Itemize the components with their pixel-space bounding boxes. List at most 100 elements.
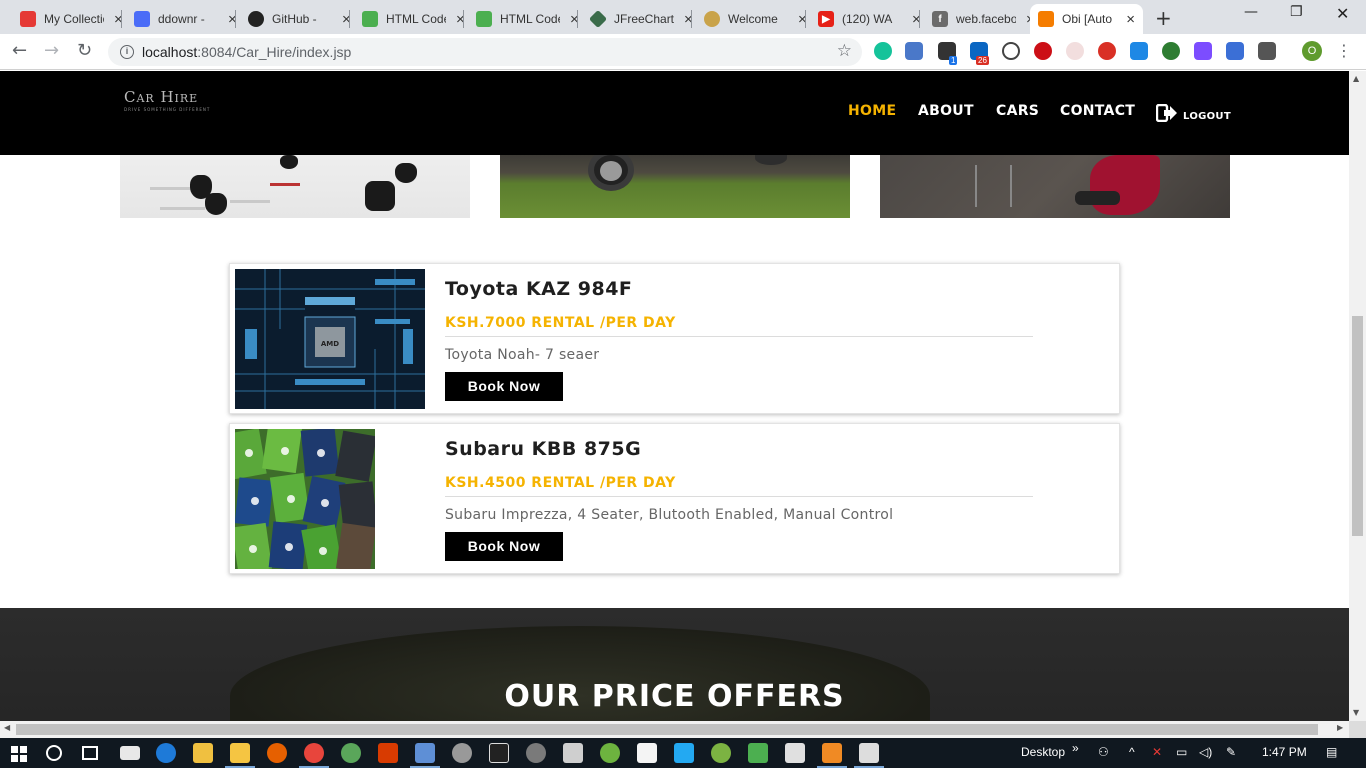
grammarly-icon[interactable]: [874, 42, 892, 60]
url-host: localhost: [142, 44, 198, 60]
store-icon[interactable]: [193, 743, 213, 763]
logout-label: LOGOUT: [1183, 110, 1231, 122]
nav-about[interactable]: ABOUT: [918, 103, 974, 119]
book-now-button[interactable]: Book Now: [445, 372, 563, 401]
new-tab-button[interactable]: +: [1155, 6, 1172, 30]
browser-tab[interactable]: f web.facebook ×: [924, 4, 1043, 34]
opera-icon[interactable]: [1034, 42, 1052, 60]
extension-icon[interactable]: [1194, 42, 1212, 60]
app-icon[interactable]: [415, 743, 435, 763]
extension-icon[interactable]: [1226, 42, 1244, 60]
app-icon[interactable]: [563, 743, 583, 763]
chevron-up-icon[interactable]: ^: [1129, 745, 1135, 759]
car-card: Subaru KBB 875G KSH.4500 RENTAL /PER DAY…: [229, 423, 1120, 574]
edge-icon[interactable]: [156, 743, 176, 763]
tab-title: ddownr -: [158, 12, 205, 26]
address-bar[interactable]: i localhost:8084/Car_Hire/index.jsp ☆: [108, 38, 862, 66]
gallery-image-car: [500, 149, 850, 218]
browser-tab-active[interactable]: Obi [Auto ×: [1030, 4, 1143, 34]
volume-icon[interactable]: ◁): [1199, 745, 1212, 759]
page-viewport: Car Hire DRIVE SOMETHING DIFFERENT HOME …: [0, 71, 1349, 721]
car-description: Toyota Noah- 7 seaer: [445, 347, 600, 363]
search-icon[interactable]: [46, 745, 62, 761]
browser-tab[interactable]: ▶ (120) WA ×: [810, 4, 929, 34]
chevron-icon[interactable]: »: [1072, 741, 1079, 755]
app-icon[interactable]: [748, 743, 768, 763]
firefox-icon[interactable]: [267, 743, 287, 763]
browser-tab[interactable]: Welcome ×: [696, 4, 815, 34]
clock[interactable]: 1:47 PM: [1262, 745, 1307, 759]
file-explorer-icon[interactable]: [230, 743, 250, 763]
task-view-icon[interactable]: [82, 746, 98, 760]
pen-icon[interactable]: ✎: [1226, 745, 1236, 759]
close-icon[interactable]: ×: [1126, 11, 1135, 28]
extension-icon[interactable]: [1098, 42, 1116, 60]
windows-start-icon[interactable]: [11, 746, 27, 762]
reload-icon[interactable]: ↻: [77, 40, 92, 61]
browser-toolbar: ← → ↻ i localhost:8084/Car_Hire/index.js…: [0, 34, 1366, 70]
close-window-button[interactable]: ✕: [1336, 4, 1349, 23]
bookmark-star-icon[interactable]: ☆: [837, 41, 852, 61]
extension-icon[interactable]: [1066, 42, 1084, 60]
nav-home[interactable]: HOME: [848, 103, 896, 119]
horizontal-scrollbar[interactable]: ◀ ▶: [0, 721, 1349, 738]
android-icon[interactable]: [711, 743, 731, 763]
logo-tagline: DRIVE SOMETHING DIFFERENT: [124, 107, 211, 112]
scrollbar-thumb[interactable]: [16, 724, 1318, 735]
extension-icon[interactable]: [1130, 42, 1148, 60]
browser-tab[interactable]: HTML Code ×: [354, 4, 473, 34]
tab-title: web.facebook: [956, 12, 1016, 26]
profile-avatar[interactable]: O: [1302, 41, 1322, 61]
car-name: Subaru KBB 875G: [445, 438, 642, 460]
app-icon[interactable]: [785, 743, 805, 763]
photos-icon[interactable]: [859, 743, 879, 763]
extension-icon[interactable]: [1258, 42, 1276, 60]
forward-icon[interactable]: →: [44, 40, 59, 61]
browser-tab[interactable]: HTML Code ×: [468, 4, 587, 34]
divider: [445, 336, 1033, 337]
menu-icon[interactable]: ⋮: [1336, 41, 1352, 60]
extension-badge: 26: [976, 56, 989, 65]
info-icon[interactable]: i: [120, 45, 134, 59]
extension-icon[interactable]: [1162, 42, 1180, 60]
vscode-icon[interactable]: [674, 743, 694, 763]
collections-icon: [20, 11, 36, 27]
notification-icon[interactable]: ▤: [1326, 745, 1337, 759]
app-icon[interactable]: [526, 743, 546, 763]
car-image: [235, 429, 375, 569]
browser-tab[interactable]: ddownr - ×: [126, 4, 245, 34]
w3-icon: [362, 11, 378, 27]
back-icon[interactable]: ←: [12, 40, 27, 61]
app-icon[interactable]: [378, 743, 398, 763]
chrome-icon[interactable]: [304, 743, 324, 763]
browser-tab[interactable]: JFreeChart ×: [582, 4, 701, 34]
app-icon[interactable]: [600, 743, 620, 763]
app-icon[interactable]: [637, 743, 657, 763]
desktop-toolbar-label[interactable]: Desktop: [1021, 745, 1065, 759]
browser-tab[interactable]: My Collections ×: [12, 4, 131, 34]
logout-link[interactable]: LOGOUT: [1156, 104, 1231, 122]
mail-icon[interactable]: [120, 746, 140, 760]
nav-cars[interactable]: CARS: [996, 103, 1039, 119]
app-icon[interactable]: [452, 743, 472, 763]
welcome-icon: [704, 11, 720, 27]
browser-tab[interactable]: GitHub - ×: [240, 4, 359, 34]
network-error-icon[interactable]: ✕: [1152, 745, 1162, 759]
site-logo[interactable]: Car Hire DRIVE SOMETHING DIFFERENT: [124, 88, 210, 112]
scrollbar-thumb[interactable]: [1352, 316, 1363, 536]
speed-icon[interactable]: [1002, 42, 1020, 60]
w3-icon: [476, 11, 492, 27]
tab-title: My Collections: [44, 12, 104, 26]
restore-button[interactable]: ❐: [1290, 4, 1303, 20]
intellij-icon[interactable]: [489, 743, 509, 763]
people-icon[interactable]: ⚇: [1098, 745, 1109, 759]
book-now-button[interactable]: Book Now: [445, 532, 563, 561]
battery-icon[interactable]: ▭: [1176, 745, 1187, 759]
app-icon[interactable]: [341, 743, 361, 763]
sublime-icon[interactable]: [822, 743, 842, 763]
translate-icon[interactable]: [905, 42, 923, 60]
minimize-button[interactable]: —: [1244, 4, 1258, 20]
nav-contact[interactable]: CONTACT: [1060, 103, 1135, 119]
gallery-image-mechanic: [880, 155, 1230, 218]
vertical-scrollbar[interactable]: ▲ ▼: [1349, 71, 1366, 721]
